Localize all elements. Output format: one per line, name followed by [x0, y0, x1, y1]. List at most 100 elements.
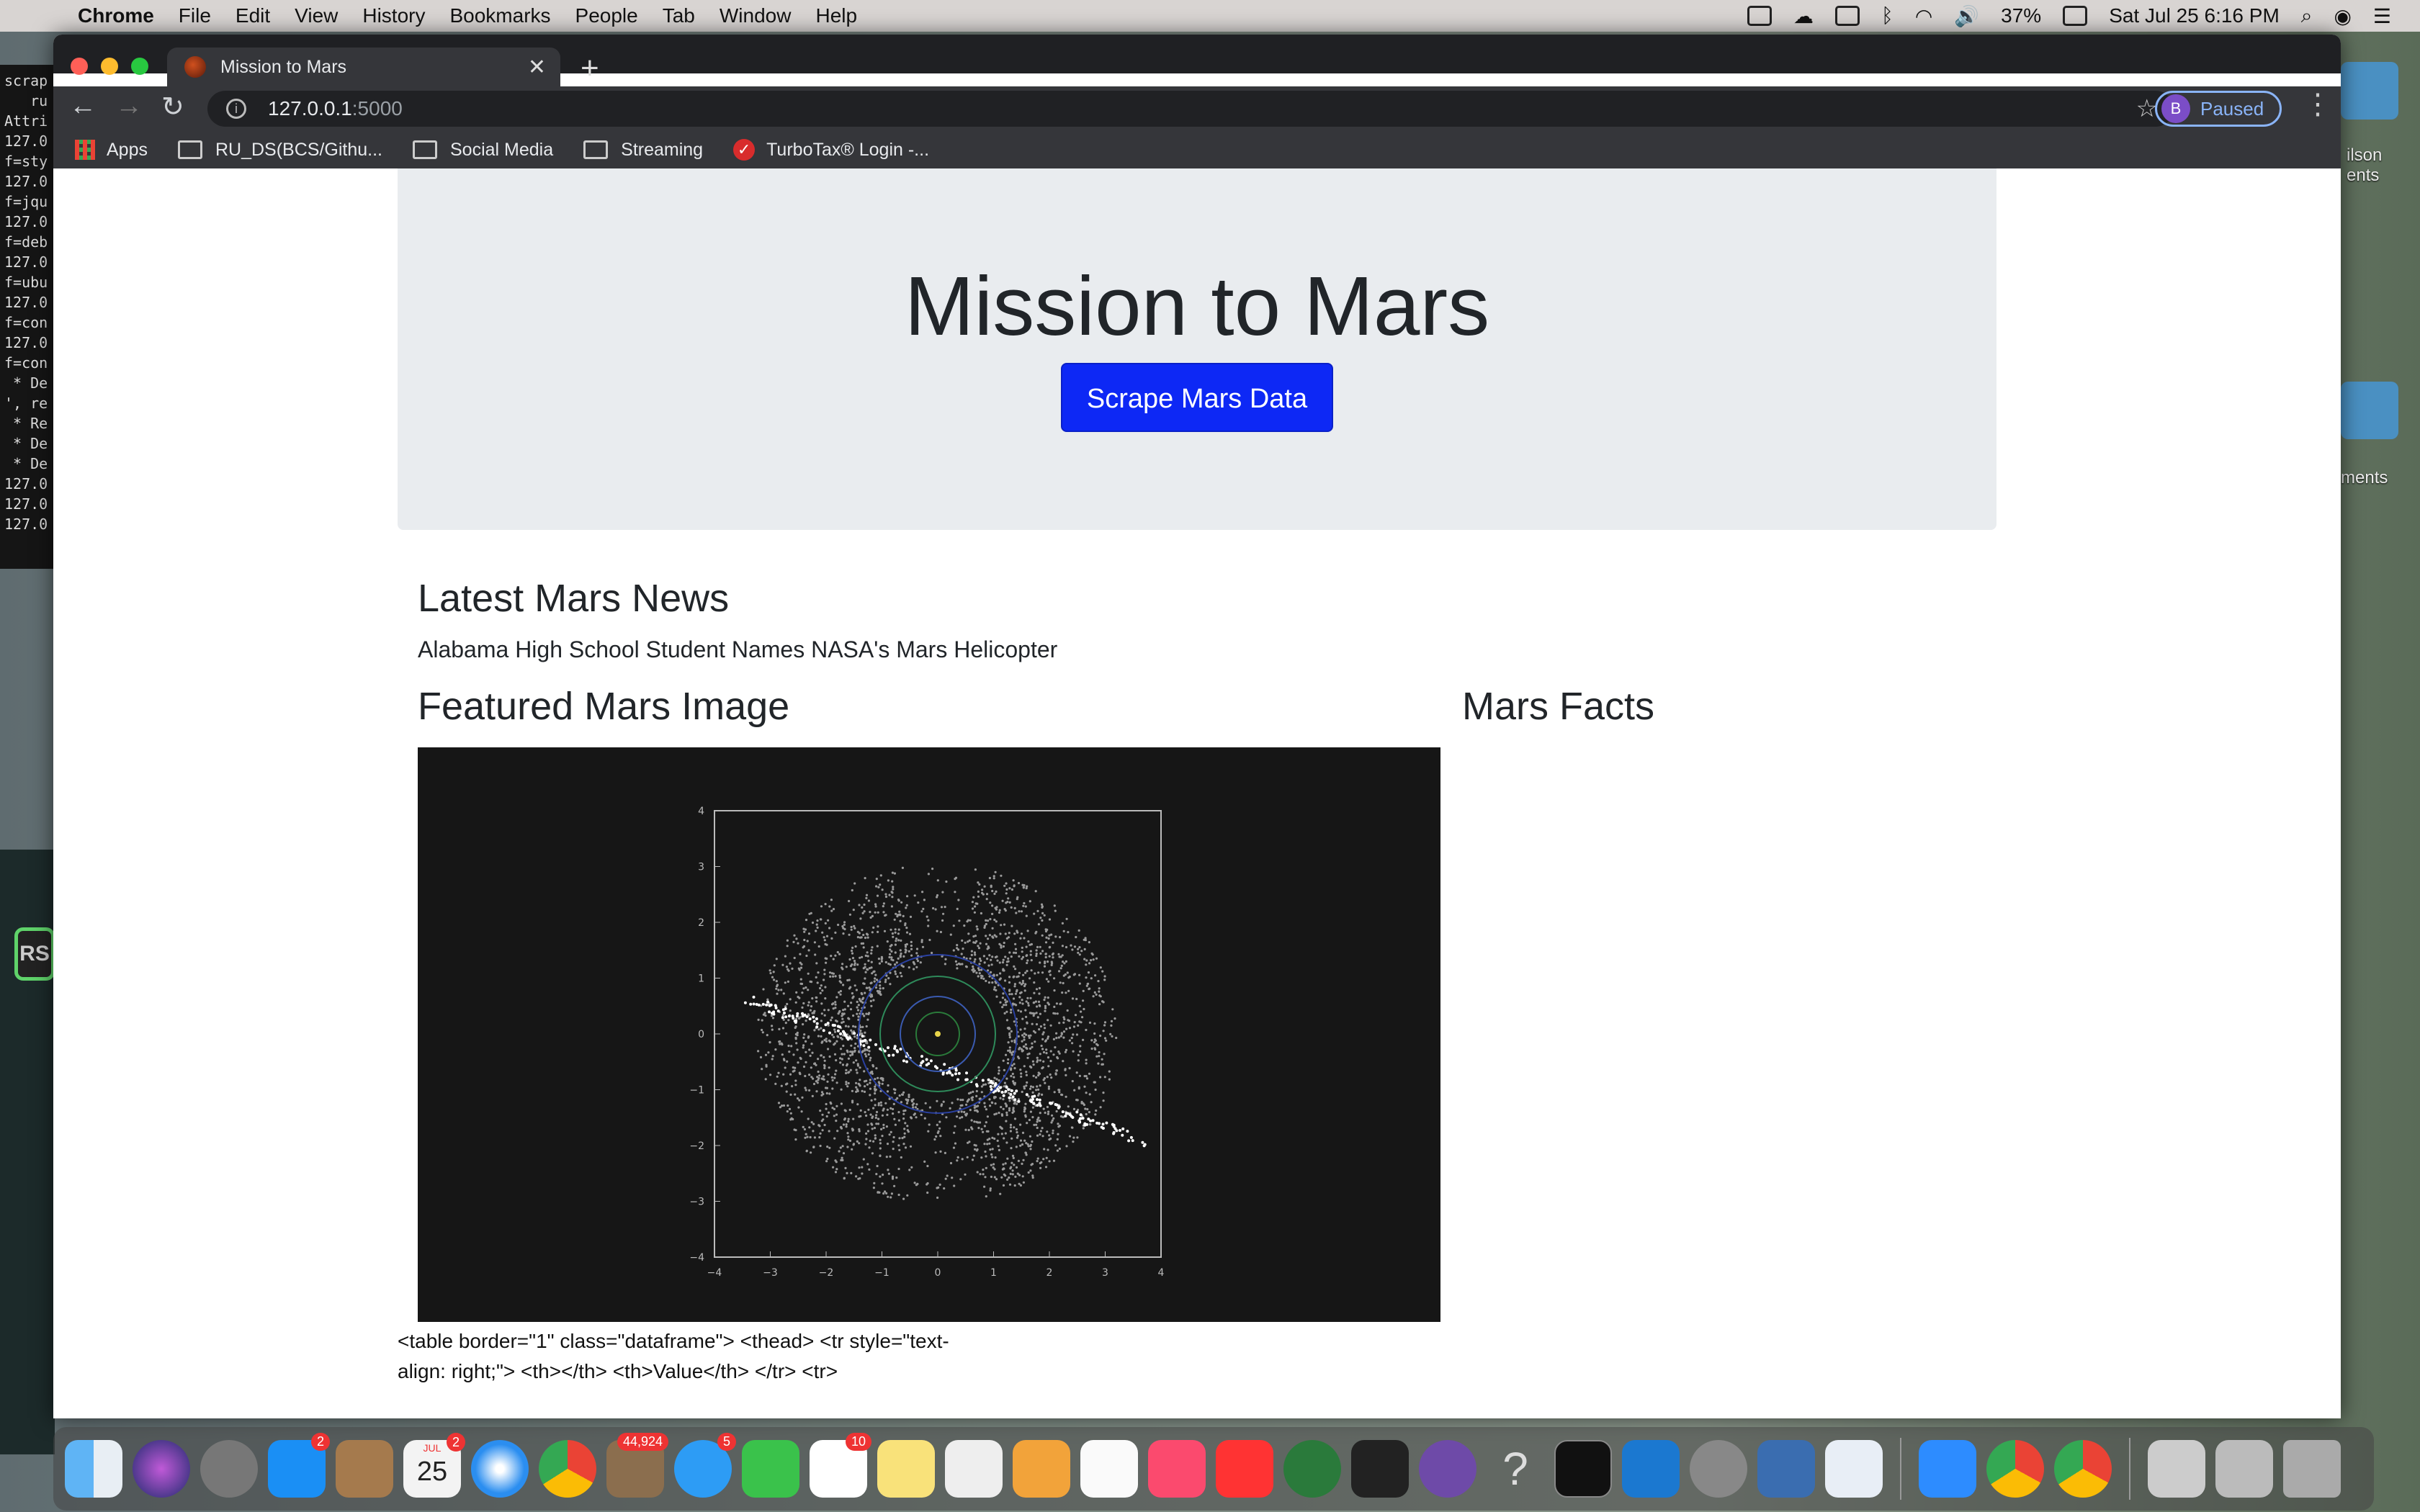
reload-button[interactable]: ↻ — [161, 91, 184, 123]
background-app-panel: RS — [0, 850, 55, 1454]
menu-chrome[interactable]: Chrome — [78, 4, 154, 27]
postgresql-icon[interactable] — [1757, 1440, 1815, 1498]
trash-icon[interactable] — [2283, 1440, 2341, 1498]
dock-separator — [2129, 1438, 2130, 1500]
messages-icon[interactable]: 5 — [674, 1433, 736, 1498]
desktop-folder-label-2: ments — [2341, 468, 2388, 487]
desktop-folder-label: ilson ents — [2347, 145, 2383, 185]
bookmark-turbotax[interactable]: ✓ TurboTax® Login -... — [733, 139, 929, 161]
app-store-icon[interactable]: 2 — [268, 1433, 330, 1498]
desktop-folder-icon-2[interactable] — [2341, 382, 2398, 439]
menu-file[interactable]: File — [179, 4, 211, 27]
address-bar[interactable]: i 127.0.0.1 :5000 ☆ — [207, 91, 2174, 127]
profile-button[interactable]: B Paused — [2155, 91, 2282, 127]
desktop-folder-icon[interactable] — [2341, 62, 2398, 120]
bookmark-label: Streaming — [621, 139, 704, 160]
zoom-window-button[interactable] — [131, 58, 148, 75]
news-title: Alabama High School Student Names NASA's… — [418, 636, 1058, 662]
help-question-icon[interactable]: ? — [1487, 1440, 1544, 1498]
minimized-window-icon-2[interactable] — [2215, 1440, 2273, 1498]
chrome-dock-icon[interactable] — [539, 1440, 596, 1498]
tab-close-icon[interactable]: ✕ — [528, 55, 546, 80]
creative-cloud-icon[interactable]: ☁ — [1793, 4, 1814, 28]
stocks-icon[interactable] — [1351, 1440, 1409, 1498]
airplay-icon[interactable] — [1835, 6, 1860, 26]
calendar-icon[interactable]: JUL 25 2 — [403, 1433, 465, 1498]
x-tick-label: −3 — [763, 1267, 778, 1279]
spotlight-search-icon[interactable]: ⌕ — [2301, 4, 2313, 28]
app-store-badge: 2 — [310, 1433, 330, 1451]
rstudio-badge[interactable]: RS — [14, 927, 55, 981]
battery-icon[interactable] — [2063, 6, 2088, 26]
bookmark-label: Apps — [107, 139, 148, 160]
menu-bookmarks[interactable]: Bookmarks — [449, 4, 550, 27]
site-info-icon[interactable]: i — [226, 99, 246, 119]
minimize-window-button[interactable] — [101, 58, 118, 75]
chrome-menu-icon[interactable]: ⋮ — [2303, 88, 2332, 121]
y-tick-label: −2 — [689, 1140, 704, 1152]
new-tab-button[interactable]: + — [581, 50, 599, 86]
center-star — [935, 1031, 941, 1037]
bookmark-streaming[interactable]: Streaming — [583, 140, 703, 161]
menu-help[interactable]: Help — [815, 4, 857, 27]
apple-icon[interactable] — [26, 3, 52, 29]
y-tick-label: 4 — [698, 806, 704, 817]
x-tick-label: 2 — [1047, 1267, 1053, 1279]
pages-icon[interactable] — [1013, 1440, 1070, 1498]
github-desktop-icon[interactable] — [1419, 1440, 1476, 1498]
contacts-icon[interactable] — [336, 1440, 393, 1498]
siri-dock-icon[interactable] — [133, 1440, 190, 1498]
safari-icon[interactable] — [471, 1440, 529, 1498]
back-button[interactable]: ← — [69, 91, 97, 122]
menu-history[interactable]: History — [362, 4, 425, 27]
textedit-icon[interactable] — [945, 1440, 1003, 1498]
zoom-icon[interactable] — [1919, 1440, 1976, 1498]
vscode-icon[interactable] — [1622, 1440, 1680, 1498]
slack-icon[interactable]: 10 — [810, 1433, 871, 1498]
folder-icon — [413, 140, 437, 159]
menu-people[interactable]: People — [575, 4, 638, 27]
menu-edit[interactable]: Edit — [236, 4, 270, 27]
news-icon[interactable] — [1216, 1440, 1273, 1498]
siri-icon[interactable]: ◉ — [2334, 4, 2351, 28]
clock[interactable]: Sat Jul 25 6:16 PM — [2109, 4, 2280, 27]
x-tick-label: −4 — [707, 1267, 722, 1279]
reminders-icon[interactable] — [1080, 1440, 1138, 1498]
close-window-button[interactable] — [71, 58, 88, 75]
y-tick-label: −4 — [689, 1252, 704, 1264]
background-terminal[interactable]: scrap ru Attri 127.0 f=sty 127.0 f=jqu 1… — [0, 65, 58, 569]
bluetooth-icon[interactable]: ᛒ — [1881, 4, 1894, 27]
calendar-day: 25 — [416, 1457, 448, 1487]
menu-tab[interactable]: Tab — [663, 4, 695, 27]
terminal-dock-icon[interactable] — [1554, 1440, 1612, 1498]
facetime-icon[interactable] — [742, 1440, 799, 1498]
dock: 2 JUL 25 2 44,924 5 10 ? — [53, 1427, 2374, 1511]
menu-view[interactable]: View — [295, 4, 338, 27]
minimized-window-icon[interactable] — [2148, 1440, 2205, 1498]
chrome-window-icon[interactable] — [1986, 1440, 2044, 1498]
mars-facts-raw-html: <table border="1" class="dataframe"> <th… — [398, 1326, 1046, 1387]
mongodb-icon[interactable] — [1283, 1440, 1341, 1498]
notification-center-icon[interactable]: ☰ — [2373, 4, 2391, 28]
tableau-icon[interactable] — [1825, 1440, 1883, 1498]
tab-mission-to-mars[interactable]: Mission to Mars ✕ — [167, 48, 560, 86]
mail-icon[interactable]: 44,924 — [606, 1433, 668, 1498]
notes-icon[interactable] — [877, 1440, 935, 1498]
bookmark-ru-ds[interactable]: RU_DS(BCS/Githu... — [177, 140, 382, 161]
x-tick-label: 0 — [935, 1267, 941, 1279]
y-tick-label: 3 — [698, 862, 704, 873]
menu-window[interactable]: Window — [720, 4, 792, 27]
music-icon[interactable] — [1148, 1440, 1206, 1498]
bookmark-social-media[interactable]: Social Media — [413, 140, 553, 161]
scrape-mars-data-button[interactable]: Scrape Mars Data — [1060, 363, 1334, 432]
finder-icon[interactable] — [65, 1440, 122, 1498]
volume-icon[interactable]: 🔊 — [1954, 4, 1979, 28]
launchpad-icon[interactable] — [200, 1440, 258, 1498]
zoom-status-icon[interactable] — [1747, 6, 1773, 26]
bookmarks-bar: Apps RU_DS(BCS/Githu... Social Media Str… — [53, 131, 2341, 168]
wifi-icon[interactable]: ◠ — [1915, 4, 1932, 28]
system-preferences-icon[interactable] — [1690, 1440, 1747, 1498]
chrome-window-icon-2[interactable] — [2054, 1440, 2112, 1498]
forward-button[interactable]: → — [115, 91, 143, 122]
bookmark-apps[interactable]: Apps — [75, 140, 148, 161]
